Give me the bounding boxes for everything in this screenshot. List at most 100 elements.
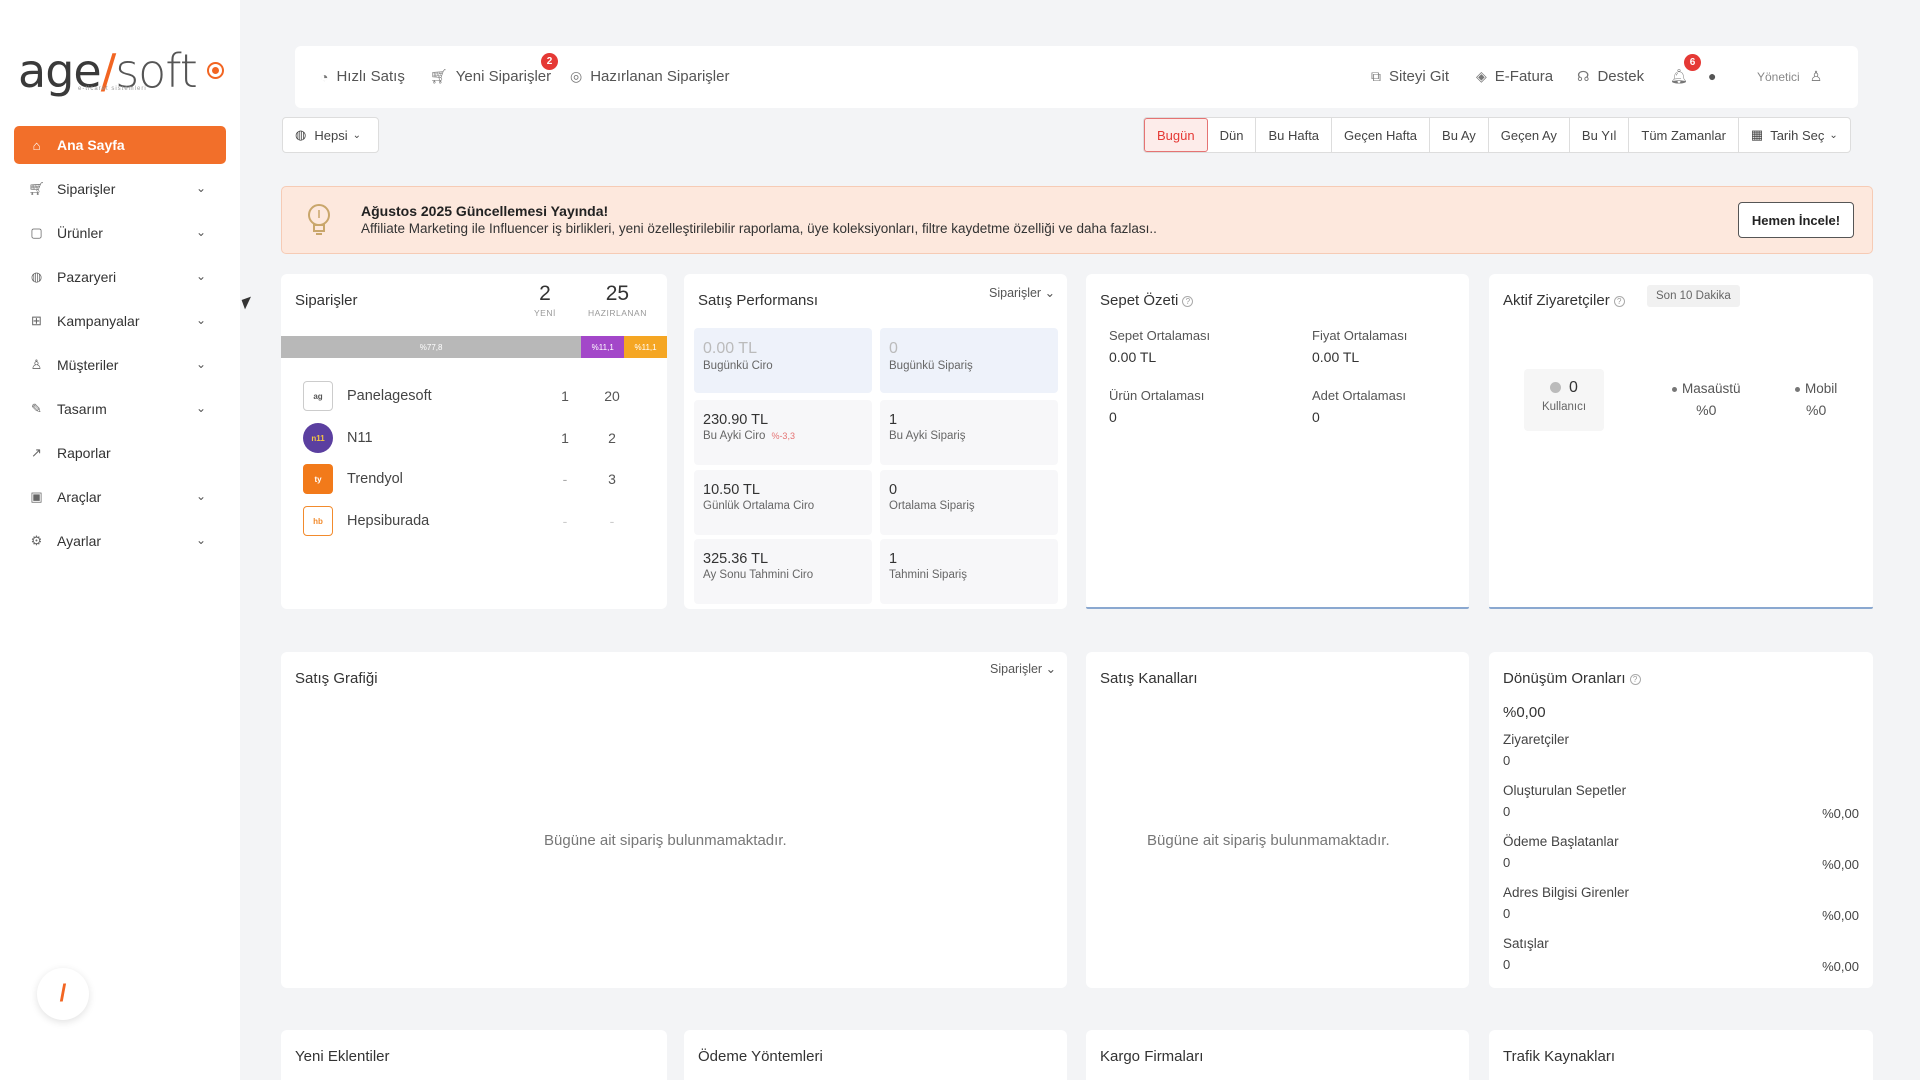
perf-avg-orders: 0 Ortalama Sipariş <box>880 470 1058 535</box>
market-row-panelagesoft[interactable]: ag Panelagesoft 1 20 <box>303 380 643 412</box>
product-avg-value: 0 <box>1109 409 1117 425</box>
market-row-n11[interactable]: n11 N11 1 2 <box>303 422 643 454</box>
calendar-icon: ▦ <box>1750 127 1764 142</box>
bar-segment-n11: %11,1 <box>581 336 625 358</box>
conversion-row-sales: Satışlar 0 %0,00 <box>1503 936 1859 974</box>
tab-gecen-ay[interactable]: Geçen Ay <box>1489 118 1570 152</box>
perf-daily-avg-revenue: 10.50 TL Günlük Ortalama Ciro <box>694 470 872 535</box>
basket-summary-card: Sepet Özeti? Sepet Ortalaması 0.00 TL Fi… <box>1086 274 1469 609</box>
new-orders-stat: 2 YENİ <box>534 282 556 318</box>
help-icon[interactable]: ? <box>1613 295 1625 307</box>
settings-icon: ⚙ <box>30 533 43 548</box>
sidebar-item-raporlar[interactable]: ↗ Raporlar <box>14 434 226 472</box>
conversion-row-carts: Oluşturulan Sepetler 0 %0,00 <box>1503 783 1859 821</box>
announcement-title: Ağustos 2025 Güncellemesi Yayında! <box>361 203 609 219</box>
conversion-rates-title: Dönüşüm Oranları? <box>1503 670 1641 687</box>
info-icon: ● <box>1708 68 1717 84</box>
date-picker-button[interactable]: ▦ Tarih Seç ⌄ <box>1739 118 1850 152</box>
sales-channels-title: Satış Kanalları <box>1100 670 1198 687</box>
chevron-down-icon: ⌄ <box>1045 662 1057 676</box>
package-icon: ◎ <box>570 68 583 84</box>
lightbulb-icon <box>308 204 330 235</box>
help-button[interactable]: / <box>37 968 89 1020</box>
traffic-sources-title: Trafik Kaynakları <box>1503 1048 1615 1065</box>
sidebar-item-ana-sayfa[interactable]: ⌂ Ana Sayfa <box>14 126 226 164</box>
sales-performance-card: Satış Performansı Siparişler ⌄ 0.00 TL B… <box>684 274 1067 609</box>
inspect-now-button[interactable]: Hemen İncele! <box>1738 202 1854 238</box>
chevron-down-icon: ⌄ <box>195 489 206 503</box>
active-users-box: 0 Kullanıcı <box>1524 369 1604 431</box>
mobile-share: Mobil %0 <box>1795 381 1837 418</box>
sales-chart-dropdown[interactable]: Siparişler ⌄ <box>990 661 1056 676</box>
quick-sale-link[interactable]: ◔ Hızlı Satış <box>320 68 405 85</box>
e-invoice-link[interactable]: ◈ E-Fatura <box>1476 68 1553 85</box>
mouse-cursor <box>241 296 255 310</box>
quick-sale-icon: ◔ <box>320 68 329 85</box>
sales-channels-card: Satış Kanalları Bügüne ait sipariş bulun… <box>1086 652 1469 988</box>
scope-select[interactable]: ◍ Hepsi ⌄ <box>282 117 379 153</box>
help-icon[interactable]: ? <box>1629 673 1641 685</box>
sidebar-item-kampanyalar[interactable]: ⊞ Kampanyalar ⌄ <box>14 302 226 340</box>
tab-bu-ay[interactable]: Bu Ay <box>1430 118 1489 152</box>
card-bottom-accent <box>1086 607 1469 609</box>
gift-icon: ⊞ <box>31 313 42 328</box>
conversion-row-address: Adres Bilgisi Girenler 0 %0,00 <box>1503 885 1859 923</box>
panelagesoft-logo: ag <box>303 381 333 411</box>
sales-chart-card: Satış Grafiği Siparişler ⌄ Bügüne ait si… <box>281 652 1067 988</box>
chevron-down-icon: ⌄ <box>195 225 206 239</box>
chevron-down-icon: ⌄ <box>352 129 361 141</box>
perf-month-orders: 1 Bu Ayki Sipariş <box>880 400 1058 465</box>
tab-gecen-hafta[interactable]: Geçen Hafta <box>1332 118 1431 152</box>
chevron-down-icon: ⌄ <box>195 401 206 415</box>
chevron-down-icon: ⌄ <box>1044 286 1056 300</box>
info-button[interactable]: ● <box>1708 68 1724 84</box>
tab-dun[interactable]: Dün <box>1208 118 1257 152</box>
sidebar-item-siparisler[interactable]: 🛒︎ Siparişler ⌄ <box>14 170 226 208</box>
user-icon: ♙ <box>30 357 43 372</box>
desktop-share: Masaüstü %0 <box>1672 381 1741 418</box>
payment-methods-title: Ödeme Yöntemleri <box>698 1048 823 1065</box>
tools-icon: ▣ <box>30 489 43 504</box>
sidebar-item-araclar[interactable]: ▣ Araçlar ⌄ <box>14 478 226 516</box>
support-link[interactable]: ☊ Destek <box>1577 68 1644 85</box>
perf-estimated-orders: 1 Tahmini Sipariş <box>880 539 1058 604</box>
external-icon: ⧉ <box>1371 68 1381 84</box>
tab-tum-zamanlar[interactable]: Tüm Zamanlar <box>1629 118 1739 152</box>
chevron-down-icon: ⌄ <box>195 313 206 327</box>
market-row-hepsiburada[interactable]: hb Hepsiburada - - <box>303 505 643 537</box>
sidebar-item-urunler[interactable]: ▢ Ürünler ⌄ <box>14 214 226 252</box>
announcement-banner: Ağustos 2025 Güncellemesi Yayında! Affil… <box>281 186 1873 254</box>
headset-icon: ☊ <box>1577 68 1590 84</box>
tab-bugun[interactable]: Bugün <box>1144 118 1208 152</box>
sales-performance-dropdown[interactable]: Siparişler ⌄ <box>989 285 1055 300</box>
new-orders-link[interactable]: 🛒︎ Yeni Siparişler <box>430 68 551 85</box>
sidebar-item-musteriler[interactable]: ♙ Müşteriler ⌄ <box>14 346 226 384</box>
payment-methods-card: Ödeme Yöntemleri <box>684 1030 1067 1080</box>
design-icon: ✎ <box>31 401 42 416</box>
home-icon: ⌂ <box>32 137 41 153</box>
basket-summary-title: Sepet Özeti? <box>1100 292 1194 309</box>
sidebar-item-tasarim[interactable]: ✎ Tasarım ⌄ <box>14 390 226 428</box>
tab-bu-yil[interactable]: Bu Yıl <box>1570 118 1630 152</box>
orders-card: Siparişler 2 YENİ 25 HAZIRLANAN %77,8 %1… <box>281 274 667 609</box>
conversion-total: %0,00 <box>1503 704 1546 721</box>
target-icon[interactable] <box>207 62 224 79</box>
go-site-link[interactable]: ⧉ Siteyi Git <box>1371 68 1449 85</box>
traffic-sources-card: Trafik Kaynakları <box>1489 1030 1873 1080</box>
help-icon[interactable]: ? <box>1182 295 1194 307</box>
perf-month-end-estimate: 325.36 TL Ay Sonu Tahmini Ciro <box>694 539 872 604</box>
tab-bu-hafta[interactable]: Bu Hafta <box>1256 118 1333 152</box>
sidebar-item-ayarlar[interactable]: ⚙ Ayarlar ⌄ <box>14 522 226 560</box>
status-dot <box>1550 382 1562 394</box>
user-menu[interactable]: Yönetici ♙ <box>1757 68 1830 85</box>
globe-icon: ◍ <box>295 127 307 142</box>
chevron-down-icon: ⌄ <box>195 269 206 283</box>
market-row-trendyol[interactable]: ty Trendyol - 3 <box>303 463 643 495</box>
sidebar-item-pazaryeri[interactable]: ◍ Pazaryeri ⌄ <box>14 258 226 296</box>
bullet-icon <box>1795 386 1800 392</box>
shipping-companies-title: Kargo Firmaları <box>1100 1048 1204 1065</box>
prepared-orders-link[interactable]: ◎ Hazırlanan Siparişler <box>570 68 729 85</box>
conversion-row-checkout: Ödeme Başlatanlar 0 %0,00 <box>1503 834 1859 872</box>
user-icon: ♙ <box>1809 68 1823 84</box>
quantity-avg-value: 0 <box>1312 409 1320 425</box>
